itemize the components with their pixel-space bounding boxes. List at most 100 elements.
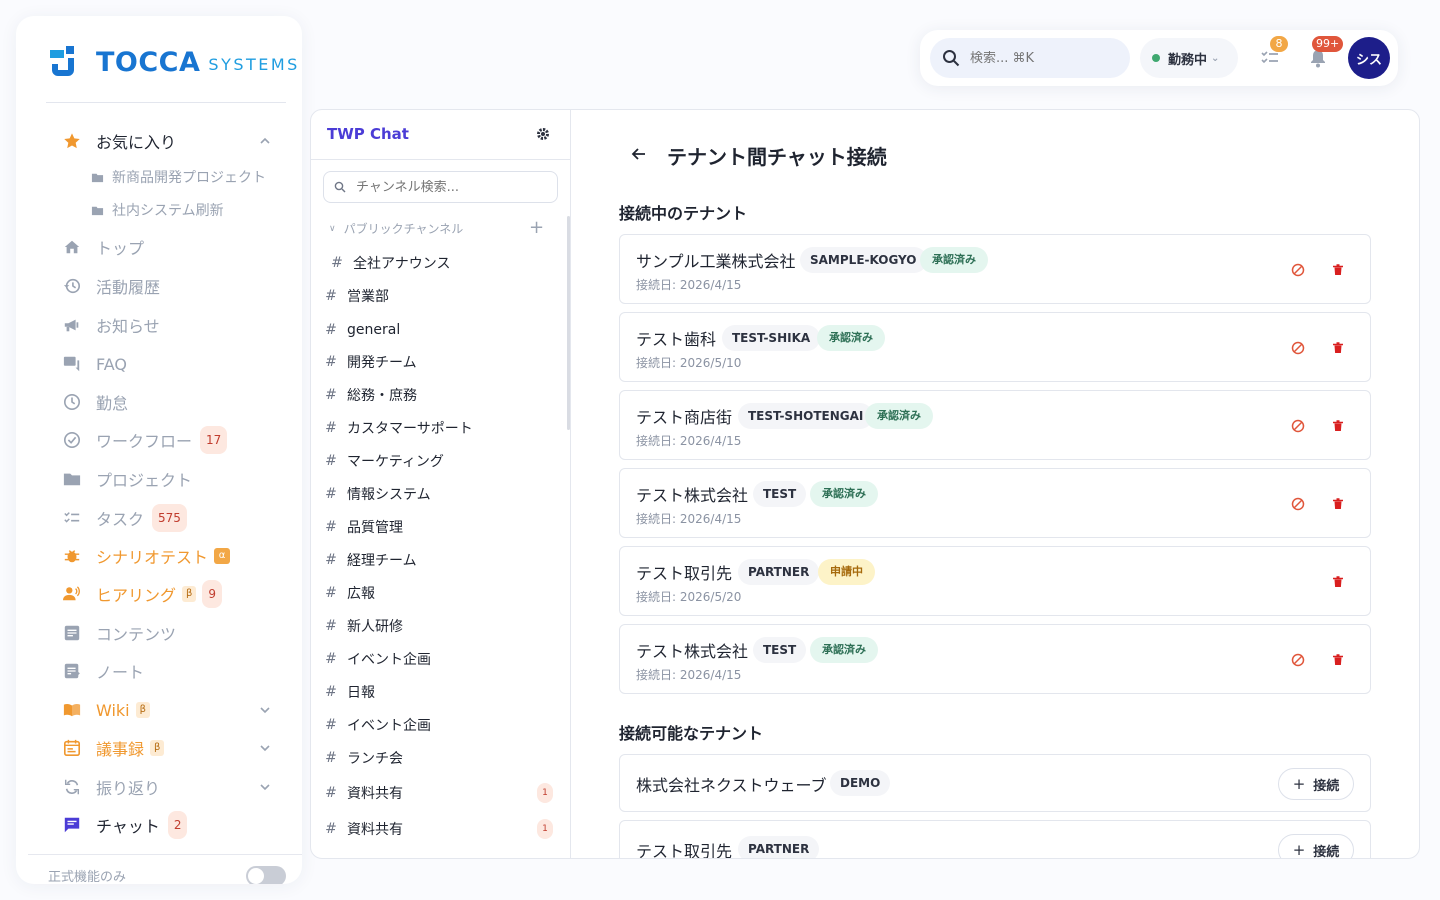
- status-dot: [1152, 54, 1160, 62]
- channel-item[interactable]: # 経理チーム: [325, 547, 557, 573]
- block-icon[interactable]: [1290, 418, 1306, 434]
- sidebar-item-label: ワークフロー: [96, 432, 193, 451]
- official-only-toggle[interactable]: [246, 866, 286, 884]
- trash-icon[interactable]: [1330, 340, 1346, 356]
- channel-item[interactable]: # 開発チーム: [325, 349, 557, 375]
- channel-search-input[interactable]: [356, 179, 546, 195]
- block-icon[interactable]: [1290, 652, 1306, 668]
- sidebar-item-label: お気に入り: [96, 133, 177, 152]
- channel-item[interactable]: # 資料共有 1: [325, 816, 557, 842]
- connected-date: 接続日: 2026/5/10: [636, 356, 742, 370]
- sidebar-item-top[interactable]: トップ: [62, 232, 282, 262]
- sidebar-item-faq[interactable]: FAQ: [62, 349, 282, 379]
- sidebar-item-minutes[interactable]: 議事録 β: [62, 733, 282, 763]
- home-icon: [62, 237, 82, 257]
- connected-tenant-card: サンプル工業株式会社 SAMPLE-KOGYO 承認済み 接続日: 2026/4…: [619, 234, 1371, 304]
- connect-button[interactable]: + 接続: [1278, 834, 1354, 859]
- sidebar-item-attendance[interactable]: 勤怠: [62, 387, 282, 417]
- available-tenants-heading: 接続可能なテナント: [619, 724, 764, 743]
- channel-item[interactable]: # ランチ会: [325, 745, 557, 771]
- channel-item[interactable]: # general: [325, 317, 557, 343]
- hash-icon: #: [325, 519, 337, 535]
- chevron-down-icon[interactable]: [258, 703, 272, 717]
- sidebar-item-contents[interactable]: コンテンツ: [62, 618, 282, 648]
- notifications-button[interactable]: 99+: [1306, 36, 1344, 70]
- channel-item[interactable]: # 新人研修: [325, 613, 557, 639]
- connected-tenant-card: テスト取引先 PARTNER 申請中 接続日: 2026/5/20: [619, 546, 1371, 616]
- channel-item[interactable]: # 品質管理: [325, 514, 557, 540]
- block-icon[interactable]: [1290, 262, 1306, 278]
- tenant-name: テスト商店街: [636, 408, 733, 427]
- trash-icon[interactable]: [1330, 574, 1346, 590]
- sidebar-item-hearing[interactable]: ヒアリング β 9: [62, 579, 282, 609]
- channel-item[interactable]: # イベント企画: [325, 712, 557, 738]
- favorite-item[interactable]: 新商品開発プロジェクト: [90, 162, 282, 192]
- sidebar-item-scenario-test[interactable]: シナリオテスト α: [62, 541, 282, 571]
- sidebar-item-workflow[interactable]: ワークフロー 17: [62, 425, 282, 455]
- global-search-input[interactable]: [970, 50, 1110, 66]
- connected-tenant-card: テスト歯科 TEST-SHIKA 承認済み 接続日: 2026/5/10: [619, 312, 1371, 382]
- tenant-code: SAMPLE-KOGYO: [800, 247, 927, 273]
- status-badge: 承認済み: [817, 325, 885, 351]
- user-avatar[interactable]: シス: [1348, 37, 1390, 79]
- channel-item[interactable]: # 営業部: [325, 283, 557, 309]
- sidebar-item-label: コンテンツ: [96, 625, 177, 644]
- connect-label: 接続: [1313, 844, 1340, 859]
- channel-item[interactable]: # 広報: [325, 580, 557, 606]
- tenant-name: テスト取引先: [636, 842, 733, 859]
- chevron-down-icon[interactable]: [258, 780, 272, 794]
- channel-name: カスタマーサポート: [347, 421, 473, 437]
- public-channels-header[interactable]: ∨ パブリックチャンネル: [329, 220, 463, 237]
- chevron-up-icon[interactable]: [258, 134, 272, 148]
- connected-tenant-card: テスト商店街 TEST-SHOTENGAI 承認済み 接続日: 2026/4/1…: [619, 390, 1371, 460]
- chevron-down-icon[interactable]: [258, 741, 272, 755]
- sidebar-item-history[interactable]: 活動履歴: [62, 271, 282, 301]
- channel-item[interactable]: # 全社アナウンス: [331, 250, 563, 276]
- sidebar-item-chat[interactable]: チャット 2: [62, 810, 282, 840]
- block-icon[interactable]: [1290, 340, 1306, 356]
- logo[interactable]: TOCCA SYSTEMS: [48, 42, 300, 82]
- tenant-code: PARTNER: [738, 559, 820, 585]
- channel-list-scrollbar[interactable]: [567, 216, 570, 430]
- page-title: テナント間チャット接続: [667, 145, 887, 169]
- add-channel-button[interactable]: +: [529, 217, 544, 238]
- channel-item[interactable]: # 日報: [325, 679, 557, 705]
- gear-icon[interactable]: [536, 127, 550, 141]
- global-search[interactable]: [930, 38, 1130, 78]
- trash-icon[interactable]: [1330, 652, 1346, 668]
- sidebar-item-news[interactable]: お知らせ: [62, 310, 282, 340]
- sidebar-item-notes[interactable]: ノート: [62, 656, 282, 686]
- plus-icon: +: [1292, 775, 1306, 793]
- channel-item[interactable]: # イベント企画: [325, 646, 557, 672]
- sidebar-item-tasks[interactable]: タスク 575: [62, 503, 282, 533]
- favorite-item[interactable]: 社内システム刷新: [90, 195, 282, 225]
- tasks-button[interactable]: 8: [1258, 36, 1288, 70]
- chevron-down-icon: ∨: [329, 223, 336, 234]
- sidebar-divider: [46, 102, 286, 103]
- channel-name: イベント企画: [347, 718, 431, 734]
- block-icon[interactable]: [1290, 496, 1306, 512]
- search-icon: [334, 181, 346, 193]
- tenant-code: DEMO: [830, 770, 891, 796]
- channel-item[interactable]: # カスタマーサポート: [325, 415, 557, 441]
- trash-icon[interactable]: [1330, 496, 1346, 512]
- sidebar-item-projects[interactable]: プロジェクト: [62, 464, 282, 494]
- connect-button[interactable]: + 接続: [1278, 768, 1354, 800]
- hash-icon: #: [325, 552, 337, 568]
- sidebar-item-favorites[interactable]: お気に入り: [62, 126, 282, 156]
- channel-item[interactable]: # マーケティング: [325, 448, 557, 474]
- sidebar-item-wiki[interactable]: Wiki β: [62, 695, 282, 725]
- back-arrow-icon[interactable]: [629, 144, 649, 164]
- work-status-dropdown[interactable]: 勤務中 ⌄: [1140, 38, 1238, 78]
- channel-search[interactable]: [323, 171, 558, 203]
- channel-item[interactable]: # 情報システム: [325, 481, 557, 507]
- connected-date: 接続日: 2026/4/15: [636, 434, 742, 448]
- trash-icon[interactable]: [1330, 418, 1346, 434]
- channel-item[interactable]: # 総務・庶務: [325, 382, 557, 408]
- trash-icon[interactable]: [1330, 262, 1346, 278]
- tenant-name: 株式会社ネクストウェーブ: [636, 776, 827, 795]
- channel-item[interactable]: # 資料共有 1: [325, 780, 557, 806]
- channel-name: general: [347, 322, 401, 338]
- sidebar-item-retrospective[interactable]: 振り返り: [62, 772, 282, 802]
- hash-icon: #: [325, 387, 337, 403]
